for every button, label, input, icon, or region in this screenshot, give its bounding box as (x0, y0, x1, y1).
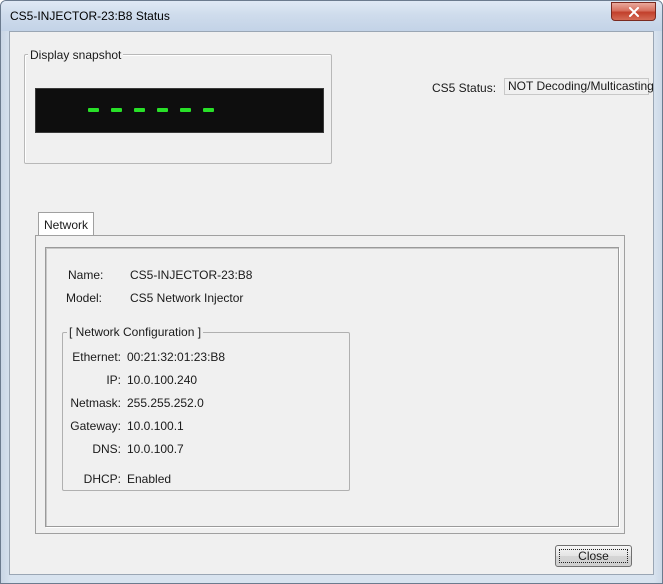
tab-network-label: Network (44, 218, 89, 232)
status-dialog-window: CS5-INJECTOR-23:B8 Status Display snapsh… (0, 0, 663, 584)
tab-network[interactable]: Network (38, 212, 94, 236)
snapshot-dash (111, 108, 122, 112)
title-bar[interactable]: CS5-INJECTOR-23:B8 Status (1, 1, 662, 31)
network-configuration-label: [ Network Configuration ] (67, 325, 204, 339)
dhcp-value: Enabled (127, 472, 172, 486)
dhcp-label: DHCP: (83, 472, 121, 486)
window-title: CS5-INJECTOR-23:B8 Status (10, 9, 170, 23)
dialog-client-area: Display snapshot CS5 Status: NOT Decodin… (9, 31, 654, 575)
cs5-status-label: CS5 Status: (432, 81, 497, 95)
netmask-label: Netmask: (70, 396, 121, 410)
ip-value: 10.0.100.240 (127, 373, 198, 387)
window-close-button[interactable] (611, 2, 656, 21)
model-label: Model: (66, 291, 103, 305)
model-value: CS5 Network Injector (130, 291, 244, 305)
snapshot-dash (134, 108, 145, 112)
netmask-value: 255.255.252.0 (127, 396, 204, 410)
display-snapshot-label: Display snapshot (28, 48, 124, 62)
close-button[interactable]: Close (555, 545, 632, 567)
dns-label: DNS: (92, 442, 121, 456)
snapshot-dash (88, 108, 99, 112)
snapshot-dash (203, 108, 214, 112)
dns-value: 10.0.100.7 (127, 442, 184, 456)
ethernet-value: 00:21:32:01:23:B8 (127, 350, 226, 364)
ip-label: IP: (106, 373, 121, 387)
close-x-icon (629, 7, 639, 17)
snapshot-dash (180, 108, 191, 112)
ethernet-label: Ethernet: (72, 350, 121, 364)
close-button-label: Close (578, 549, 609, 563)
name-label: Name: (68, 268, 104, 282)
cs5-status-value: NOT Decoding/Multicasting (504, 78, 654, 95)
gateway-value: 10.0.100.1 (127, 419, 184, 433)
gateway-label: Gateway: (70, 419, 121, 433)
snapshot-dash (157, 108, 168, 112)
name-value: CS5-INJECTOR-23:B8 (130, 268, 253, 282)
display-snapshot-screen (35, 88, 324, 133)
